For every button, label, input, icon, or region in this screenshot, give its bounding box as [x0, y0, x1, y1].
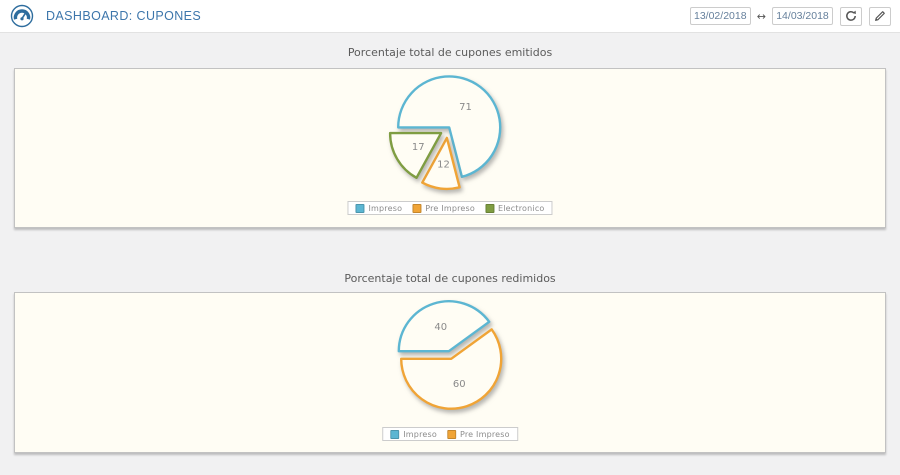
legend-label: Pre Impreso [460, 430, 510, 439]
edit-button[interactable] [869, 7, 891, 26]
gauge-icon [10, 4, 34, 28]
date-to-input[interactable]: 14/03/2018 [772, 7, 833, 25]
header-bar: DASHBOARD: CUPONES 13/02/2018 ↔ 14/03/20… [0, 0, 900, 33]
date-from-input[interactable]: 13/02/2018 [690, 7, 751, 25]
legend-swatch [485, 204, 494, 213]
legend-item-impreso[interactable]: Impreso [390, 430, 437, 439]
pie-value-label: 71 [459, 102, 472, 113]
legend-label: Impreso [368, 204, 402, 213]
legend-label: Pre Impreso [425, 204, 475, 213]
legend-item-electronico[interactable]: Electronico [485, 204, 545, 213]
page-title: DASHBOARD: CUPONES [46, 9, 201, 23]
chart-title-redimidos: Porcentaje total de cupones redimidos [0, 228, 900, 292]
pie-value-label: 40 [434, 322, 447, 333]
legend-swatch [355, 204, 364, 213]
pie-value-label: 60 [453, 379, 466, 390]
refresh-icon [845, 10, 857, 22]
chart-panel-redimidos: 40 60 Impreso Pre Impreso [14, 292, 886, 453]
legend-item-pre-impreso[interactable]: Pre Impreso [412, 204, 475, 213]
section-cupones-emitidos: Porcentaje total de cupones emitidos 71 1… [0, 33, 900, 228]
pie-value-label: 17 [412, 142, 425, 153]
chart-title-emitidos: Porcentaje total de cupones emitidos [0, 33, 900, 68]
legend-swatch [447, 430, 456, 439]
refresh-button[interactable] [840, 7, 862, 26]
chart-panel-emitidos: 71 12 17 Impreso Pre Impreso Electronico [14, 68, 886, 228]
legend-redimidos: Impreso Pre Impreso [382, 427, 518, 441]
legend-swatch [390, 430, 399, 439]
legend-item-impreso[interactable]: Impreso [355, 204, 402, 213]
legend-item-pre-impreso[interactable]: Pre Impreso [447, 430, 510, 439]
date-range-arrow-icon: ↔ [757, 10, 766, 23]
pie-value-label: 12 [437, 160, 450, 171]
section-cupones-redimidos: Porcentaje total de cupones redimidos 40… [0, 228, 900, 453]
pencil-icon [874, 10, 886, 22]
legend-swatch [412, 204, 421, 213]
legend-emitidos: Impreso Pre Impreso Electronico [347, 201, 552, 215]
legend-label: Electronico [498, 204, 545, 213]
legend-label: Impreso [403, 430, 437, 439]
